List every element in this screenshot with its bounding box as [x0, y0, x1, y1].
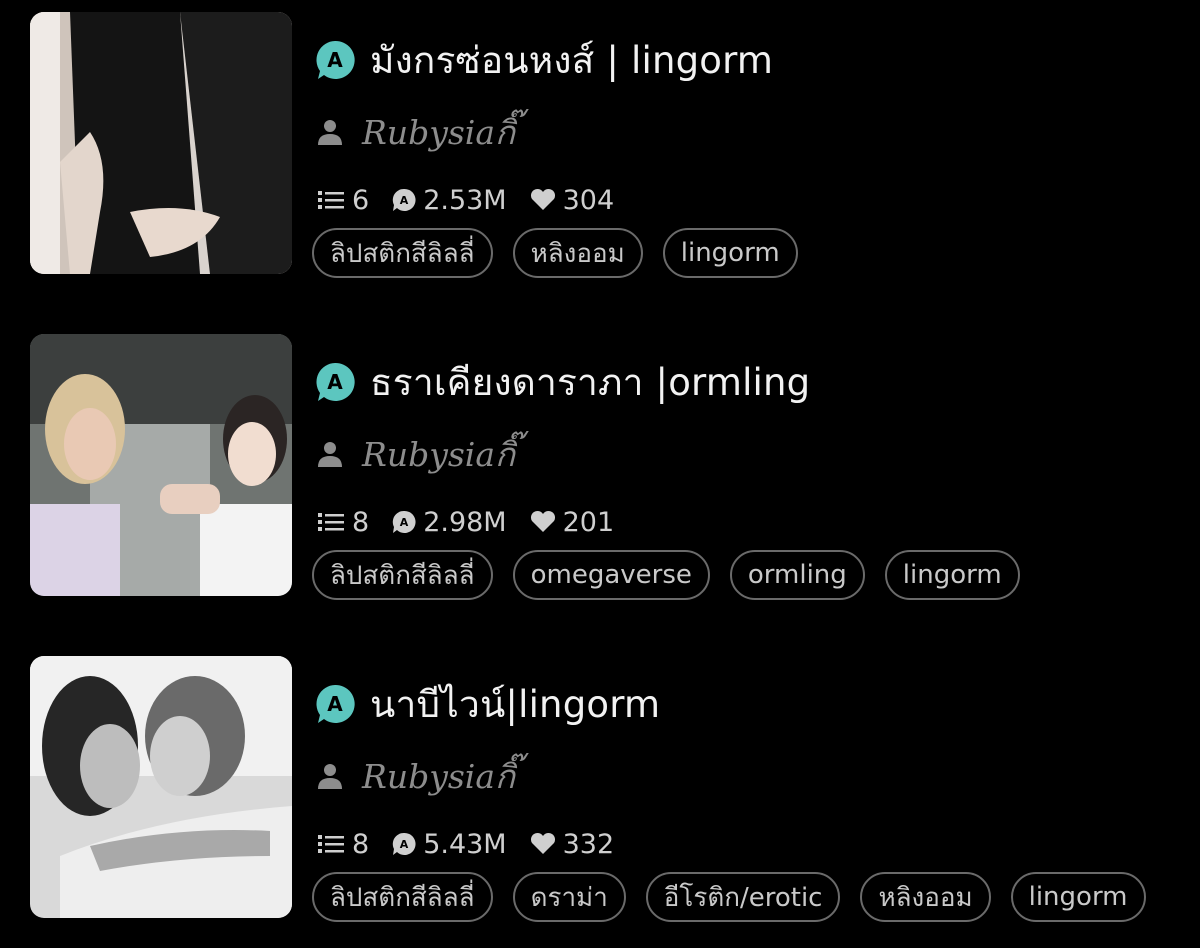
- svg-text:A: A: [327, 692, 343, 716]
- tag-chip[interactable]: ดราม่า: [512, 872, 626, 922]
- heart-icon: [530, 510, 555, 532]
- reads-count: A 5.43M: [391, 828, 507, 860]
- votes-count: 201: [529, 506, 615, 538]
- story-author[interactable]: Rubysiaกิ๊: [362, 428, 515, 481]
- tag-chip[interactable]: อีโรติก/erotic: [645, 872, 841, 922]
- tag-chip[interactable]: lingorm: [662, 228, 798, 278]
- tag-list: ลิปสติกสีลิลลี่ ดราม่า อีโรติก/erotic หล…: [312, 872, 1166, 922]
- svg-text:A: A: [327, 48, 343, 72]
- story-card[interactable]: A มังกรซ่อนหงส์ | lingorm Rubysiaกิ๊ 6 A…: [0, 12, 1200, 280]
- story-cover-image[interactable]: [30, 12, 292, 274]
- reads-icon: A: [392, 188, 416, 211]
- story-title[interactable]: นาบีไวน์|lingorm: [370, 675, 660, 734]
- cover-photo-backstage: [30, 334, 292, 596]
- heart-icon: [530, 188, 555, 210]
- reads-icon: A: [392, 510, 416, 533]
- votes-value: 332: [562, 828, 615, 860]
- cover-photo-fashion: [30, 12, 292, 274]
- story-author[interactable]: Rubysiaกิ๊: [362, 750, 515, 803]
- tag-chip[interactable]: ormling: [729, 550, 865, 600]
- story-card[interactable]: A นาบีไวน์|lingorm Rubysiaกิ๊ 8 A 5.43M: [0, 656, 1200, 924]
- parts-count: 6: [316, 185, 369, 216]
- reads-value: 5.43M: [423, 828, 507, 860]
- tag-chip[interactable]: omegaverse: [512, 550, 710, 600]
- story-source-icon: A: [316, 362, 355, 401]
- tag-chip[interactable]: หลิงออม: [860, 872, 991, 922]
- tag-list: ลิปสติกสีลิลลี่ หลิงออม lingorm: [312, 228, 818, 278]
- parts-value: 6: [352, 184, 370, 216]
- svg-text:A: A: [400, 838, 409, 851]
- reads-icon: A: [392, 832, 416, 855]
- list-icon: [318, 191, 344, 209]
- author-icon: [318, 120, 342, 145]
- tag-chip[interactable]: ลิปสติกสีลิลลี่: [312, 228, 493, 278]
- author-icon: [318, 442, 342, 467]
- tag-chip[interactable]: หลิงออม: [512, 228, 643, 278]
- list-icon: [318, 513, 344, 531]
- cover-photo-bw: [30, 656, 292, 918]
- tag-list: ลิปสติกสีลิลลี่ omegaverse ormling lingo…: [312, 550, 1040, 600]
- parts-value: 8: [352, 506, 370, 538]
- votes-value: 201: [562, 506, 615, 538]
- story-source-icon: A: [316, 684, 355, 723]
- svg-text:A: A: [400, 194, 409, 207]
- parts-count: 8: [316, 829, 369, 860]
- votes-count: 304: [529, 184, 615, 216]
- parts-value: 8: [352, 828, 370, 860]
- story-title[interactable]: ธราเคียงดาราภา |ormling: [370, 353, 810, 412]
- svg-text:A: A: [400, 516, 409, 529]
- parts-count: 8: [316, 507, 369, 538]
- list-icon: [318, 835, 344, 853]
- story-cover-image[interactable]: [30, 656, 292, 918]
- reads-count: A 2.53M: [391, 184, 507, 216]
- author-icon: [318, 764, 342, 789]
- story-title[interactable]: มังกรซ่อนหงส์ | lingorm: [370, 31, 773, 90]
- votes-value: 304: [562, 184, 615, 216]
- svg-text:A: A: [327, 370, 343, 394]
- tag-chip[interactable]: lingorm: [1010, 872, 1146, 922]
- tag-chip[interactable]: ลิปสติกสีลิลลี่: [312, 550, 493, 600]
- tag-chip[interactable]: lingorm: [884, 550, 1020, 600]
- story-card[interactable]: A ธราเคียงดาราภา |ormling Rubysiaกิ๊ 8 A…: [0, 334, 1200, 602]
- tag-chip[interactable]: ลิปสติกสีลิลลี่: [312, 872, 493, 922]
- story-author[interactable]: Rubysiaกิ๊: [362, 106, 515, 159]
- reads-value: 2.53M: [423, 184, 507, 216]
- story-source-icon: A: [316, 40, 355, 79]
- reads-value: 2.98M: [423, 506, 507, 538]
- votes-count: 332: [529, 828, 615, 860]
- story-cover-image[interactable]: [30, 334, 292, 596]
- heart-icon: [530, 832, 555, 854]
- reads-count: A 2.98M: [391, 506, 507, 538]
